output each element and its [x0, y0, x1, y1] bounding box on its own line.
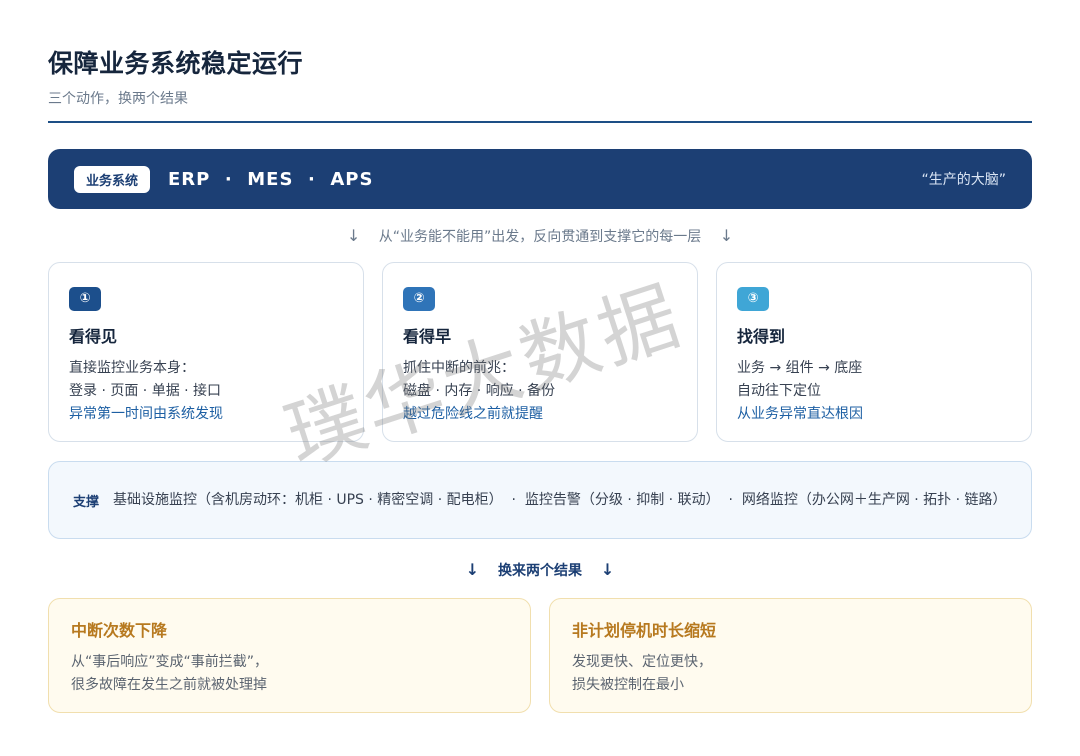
action-cards: ① 看得见 直接监控业务本身： 登录 · 页面 · 单据 · 接口 异常第一时间… — [48, 262, 1032, 442]
card-line: 直接监控业务本身： — [69, 360, 195, 376]
result-line: 很多故障在发生之前就被处理掉 — [71, 677, 267, 693]
result-line: 从“事后响应”变成“事前拦截”， — [71, 654, 269, 670]
down-arrow-icon: ↓ — [719, 226, 734, 245]
result-card-fewer-outages: 中断次数下降 从“事后响应”变成“事前拦截”， 很多故障在发生之前就被处理掉 — [48, 598, 531, 713]
support-layer: 支撑 基础设施监控（含机房动环：机柜 · UPS · 精密空调 · 配电柜） ·… — [48, 461, 1032, 539]
business-system-banner: 业务系统 ERP · MES · APS “生产的大脑” — [48, 149, 1032, 209]
business-system-tag: 业务系统 — [74, 165, 151, 193]
step-badge: ③ — [737, 287, 769, 311]
bottom-flow-note: ↓ 换来两个结果 ↓ — [48, 560, 1032, 580]
card-line: 登录 · 页面 · 单据 · 接口 — [69, 383, 222, 399]
bottom-flow-text: 换来两个结果 — [498, 563, 582, 579]
top-flow-note: ↓ 从“业务能不能用”出发，反向贯通到支撑它的每一层 ↓ — [48, 226, 1032, 246]
banner-quote: “生产的大脑” — [921, 172, 1006, 188]
card-line: 自动往下定位 — [737, 383, 821, 399]
action-card-early: ② 看得早 抓住中断的前兆： 磁盘 · 内存 · 响应 · 备份 越过危险线之前… — [382, 262, 698, 442]
card-highlight: 越过危险线之前就提醒 — [403, 406, 543, 422]
down-arrow-icon: ↓ — [465, 560, 480, 579]
card-highlight: 异常第一时间由系统发现 — [69, 406, 223, 422]
result-title: 非计划停机时长缩短 — [572, 621, 717, 640]
step-badge: ② — [403, 287, 435, 311]
action-card-see: ① 看得见 直接监控业务本身： 登录 · 页面 · 单据 · 接口 异常第一时间… — [48, 262, 364, 442]
step-badge: ① — [69, 287, 101, 311]
card-highlight: 从业务异常直达根因 — [737, 406, 863, 422]
card-line: 业务 → 组件 → 底座 — [737, 360, 863, 376]
down-arrow-icon: ↓ — [600, 560, 615, 579]
card-line: 磁盘 · 内存 · 响应 · 备份 — [403, 383, 556, 399]
action-card-find: ③ 找得到 业务 → 组件 → 底座 自动往下定位 从业务异常直达根因 — [716, 262, 1032, 442]
business-system-list: ERP · MES · APS — [168, 168, 374, 190]
card-line: 抓住中断的前兆： — [403, 360, 515, 376]
page-subtitle: 三个动作，换两个结果 — [48, 91, 188, 107]
card-title: 找得到 — [737, 327, 786, 346]
page-title: 保障业务系统稳定运行 — [48, 49, 304, 78]
result-line: 损失被控制在最小 — [572, 677, 684, 693]
support-text: 基础设施监控（含机房动环：机柜 · UPS · 精密空调 · 配电柜） · 监控… — [113, 492, 1007, 508]
down-arrow-icon: ↓ — [346, 226, 361, 245]
card-title: 看得早 — [403, 327, 452, 346]
result-line: 发现更快、定位更快， — [572, 654, 712, 670]
card-title: 看得见 — [69, 327, 118, 346]
top-flow-text: 从“业务能不能用”出发，反向贯通到支撑它的每一层 — [378, 229, 702, 245]
support-label: 支撑 — [73, 494, 100, 510]
result-card-shorter-downtime: 非计划停机时长缩短 发现更快、定位更快， 损失被控制在最小 — [549, 598, 1032, 713]
title-divider — [48, 121, 1032, 123]
result-title: 中断次数下降 — [71, 621, 168, 640]
